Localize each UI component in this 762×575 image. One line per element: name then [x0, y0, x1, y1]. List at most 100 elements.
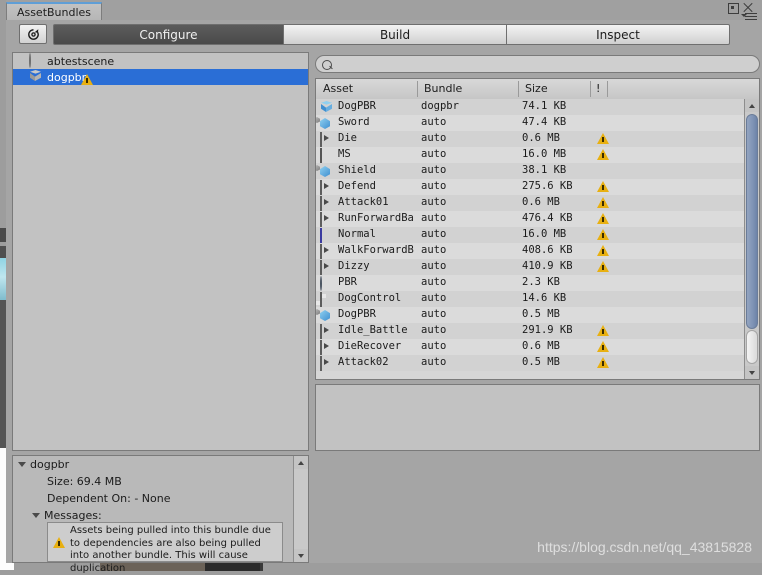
refresh-icon[interactable] — [19, 24, 47, 44]
detail-scrollbar[interactable] — [293, 456, 308, 562]
table-row[interactable]: Attack02 auto 0.5 MB — [316, 355, 745, 371]
detail-title-row[interactable]: dogpbr — [13, 456, 308, 473]
table-row[interactable]: WalkForwardB auto 408.6 KB — [316, 243, 745, 259]
table-row[interactable]: PBR auto 2.3 KB — [316, 275, 745, 291]
asset-bundle: auto — [421, 340, 447, 352]
animation-icon — [320, 260, 334, 275]
asset-size: 275.6 KB — [522, 180, 573, 192]
animation-icon — [320, 132, 334, 147]
model-icon — [316, 117, 334, 130]
asset-size: 2.3 KB — [522, 276, 560, 288]
tab-configure[interactable]: Configure — [53, 24, 284, 45]
warning-icon — [597, 357, 609, 368]
scrollbar-thumb[interactable] — [746, 114, 758, 329]
chevron-down-icon[interactable] — [32, 513, 40, 518]
column-header-bundle[interactable]: Bundle — [424, 82, 462, 95]
prefab-icon — [320, 101, 334, 114]
asset-search[interactable] — [315, 55, 760, 74]
asset-bundle: auto — [421, 116, 447, 128]
animator-controller-icon — [320, 292, 334, 307]
maximize-icon[interactable] — [728, 3, 739, 14]
warning-icon — [597, 229, 609, 240]
asset-size: 0.6 MB — [522, 196, 560, 208]
animation-icon — [320, 244, 334, 259]
asset-bundle: auto — [421, 244, 447, 256]
table-row[interactable]: Normal auto 16.0 MB — [316, 227, 745, 243]
table-row[interactable]: Sword auto 47.4 KB — [316, 115, 745, 131]
warning-icon — [81, 73, 94, 85]
tab-build[interactable]: Build — [283, 24, 507, 45]
tab-assetbundles[interactable]: AssetBundles — [6, 2, 102, 20]
scroll-down-arrow-icon[interactable] — [294, 549, 308, 562]
table-row[interactable]: DieRecover auto 0.6 MB — [316, 339, 745, 355]
table-row[interactable]: DogControl auto 14.6 KB — [316, 291, 745, 307]
asset-list-header: Asset Bundle Size ! — [316, 79, 759, 100]
table-row[interactable]: DogPBR auto 0.5 MB — [316, 307, 745, 323]
tab-inspect[interactable]: Inspect — [506, 24, 730, 45]
detail-title: dogpbr — [30, 458, 70, 471]
asset-list[interactable]: Asset Bundle Size ! DogPBR dogpbr 74.1 KB S… — [315, 78, 760, 380]
bundle-tree-item-dogpbr[interactable]: dogpbr — [13, 69, 308, 85]
warning-icon — [597, 261, 609, 272]
tab-label: AssetBundles — [16, 5, 92, 19]
table-row[interactable]: Idle_Battle auto 291.9 KB — [316, 323, 745, 339]
warning-icon — [53, 537, 65, 548]
asset-size: 0.5 MB — [522, 356, 560, 368]
scroll-down-arrow-icon[interactable] — [745, 366, 759, 379]
table-row[interactable]: Die auto 0.6 MB — [316, 131, 745, 147]
animation-icon — [320, 356, 334, 371]
table-row[interactable]: RunForwardBa auto 476.4 KB — [316, 211, 745, 227]
asset-name: DogControl — [338, 292, 402, 304]
detail-size-row: Size: 69.4 MB — [13, 473, 308, 490]
warning-icon — [597, 213, 609, 224]
chevron-down-icon[interactable] — [18, 462, 26, 467]
bundle-tree[interactable]: abtestscene dogpbr — [12, 52, 309, 451]
table-row[interactable]: Defend auto 275.6 KB — [316, 179, 745, 195]
asset-size: 410.9 KB — [522, 260, 573, 272]
warning-icon — [597, 149, 609, 160]
table-row[interactable]: Dizzy auto 410.9 KB — [316, 259, 745, 275]
asset-name: Attack02 — [338, 356, 389, 368]
column-header-warning[interactable]: ! — [596, 82, 600, 95]
asset-bundle: auto — [421, 324, 447, 336]
asset-size: 0.5 MB — [522, 308, 560, 320]
animation-icon — [320, 340, 334, 355]
scrollbar-track-lower[interactable] — [294, 519, 308, 532]
options-menu-icon[interactable] — [741, 13, 757, 20]
toolbar: Configure Build Inspect — [6, 20, 762, 48]
asset-bundle: auto — [421, 212, 447, 224]
unity-assetbundles-window: AssetBundles Configure Build Inspect abt… — [0, 0, 762, 574]
table-row[interactable]: Shield auto 38.1 KB — [316, 163, 745, 179]
close-icon[interactable] — [742, 2, 754, 13]
detail-messages-label: Messages: — [44, 509, 102, 522]
scroll-up-arrow-icon[interactable] — [745, 99, 759, 112]
asset-size: 408.6 KB — [522, 244, 573, 256]
detail-dependent-on: Dependent On: - None — [47, 492, 171, 505]
asset-size: 47.4 KB — [522, 116, 567, 128]
detail-message-text: Assets being pulled into this bundle due… — [70, 525, 271, 574]
bundle-tree-item-label: abtestscene — [47, 54, 115, 68]
table-row[interactable]: MS auto 16.0 MB — [316, 147, 745, 163]
bundle-tree-item-abtestscene[interactable]: abtestscene — [13, 53, 308, 69]
search-input[interactable] — [336, 57, 740, 74]
window-tabbar: AssetBundles — [6, 0, 762, 20]
column-header-size[interactable]: Size — [525, 82, 548, 95]
table-row[interactable]: DogPBR dogpbr 74.1 KB — [316, 99, 745, 115]
warning-icon — [597, 245, 609, 256]
model-icon — [316, 309, 334, 322]
asset-list-rows[interactable]: DogPBR dogpbr 74.1 KB Sword auto 47.4 KB Die au… — [316, 99, 745, 379]
asset-name: WalkForwardB — [338, 244, 414, 256]
asset-bundle: auto — [421, 180, 447, 192]
asset-list-scrollbar[interactable] — [744, 99, 759, 379]
normalmap-icon — [320, 228, 334, 243]
table-row[interactable]: Attack01 auto 0.6 MB — [316, 195, 745, 211]
scroll-up-arrow-icon[interactable] — [294, 456, 308, 469]
asset-name: MS — [338, 148, 351, 160]
asset-bundle: auto — [421, 228, 447, 240]
model-icon — [316, 165, 334, 178]
column-header-asset[interactable]: Asset — [323, 82, 353, 95]
tab-inspect-label: Inspect — [596, 27, 640, 42]
scrollbar-track-lower[interactable] — [746, 330, 758, 364]
asset-name: Die — [338, 132, 357, 144]
bundle-cube-icon — [29, 70, 43, 84]
